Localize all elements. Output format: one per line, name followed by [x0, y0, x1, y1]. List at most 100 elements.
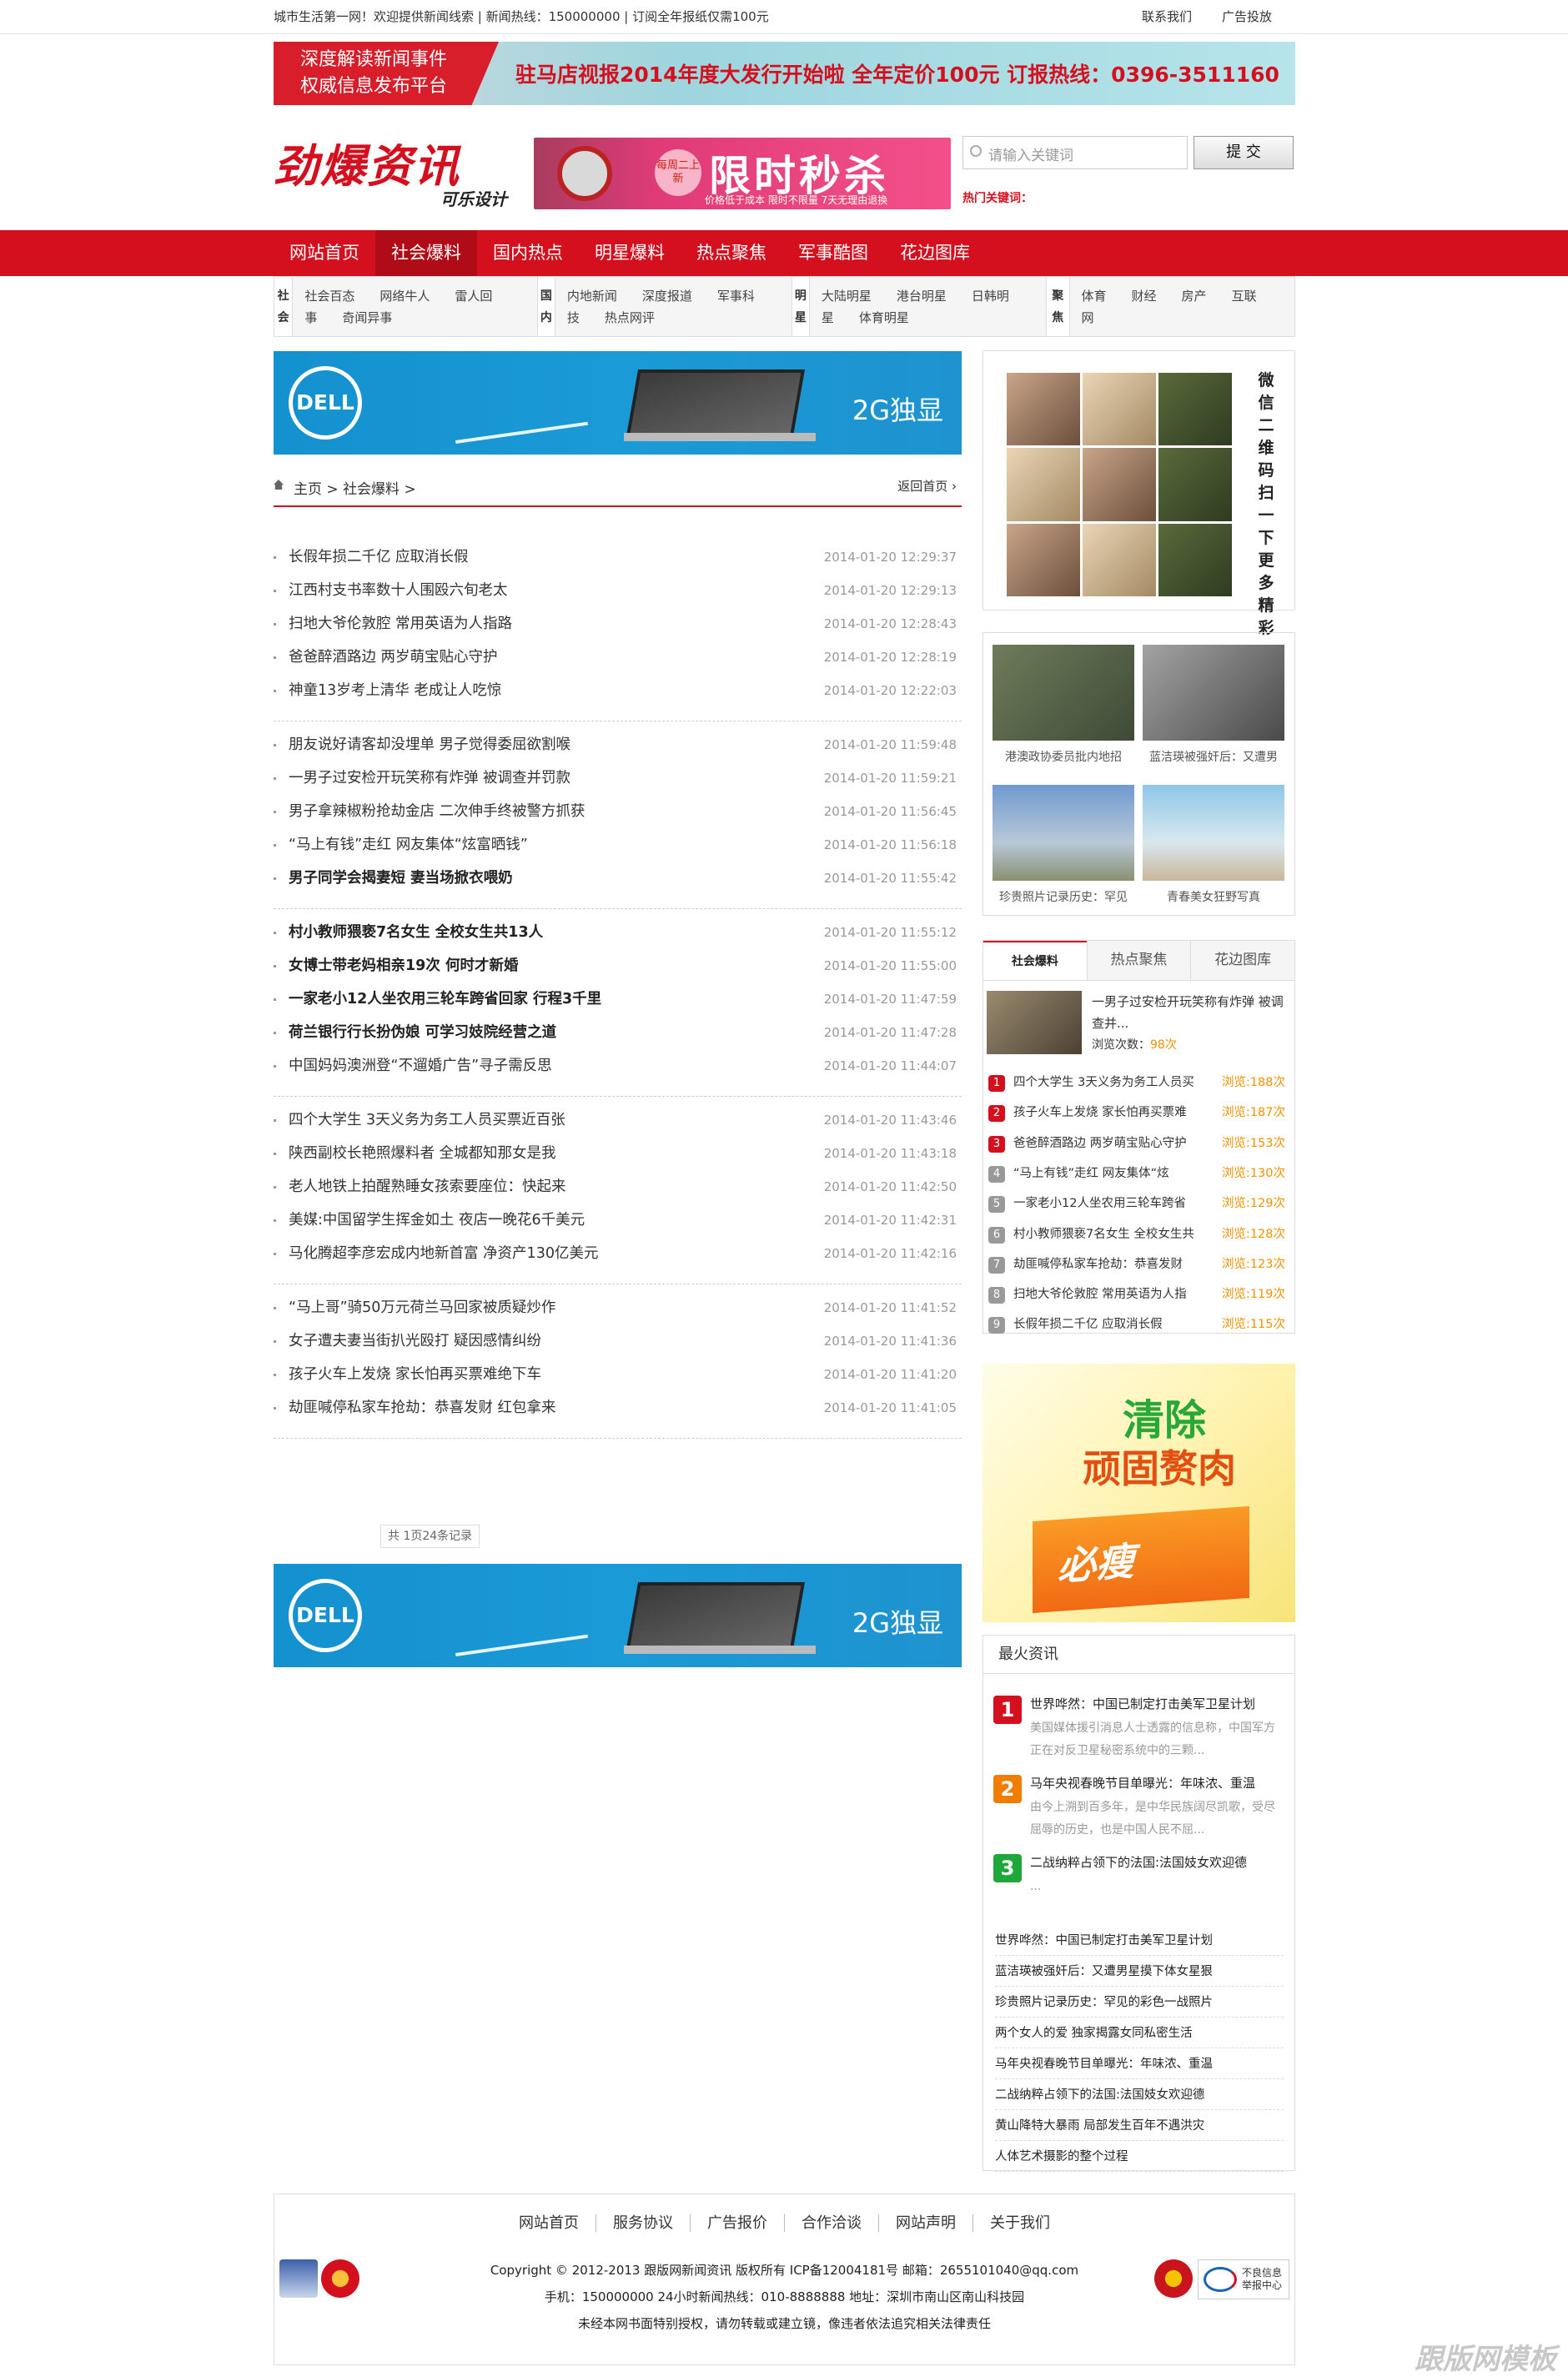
subnav-link[interactable]: 奇闻异事 [342, 310, 392, 325]
contact-link[interactable]: 联系我们 [1142, 9, 1192, 24]
subnav-link[interactable]: 互联网 [1082, 289, 1257, 325]
subnav-link[interactable]: 内地新闻 [567, 289, 617, 304]
rank-title: 爸爸醉酒路边 两岁萌宝贴心守护 [1013, 1136, 1187, 1150]
news-item[interactable]: 男子拿辣椒粉抢劫金店 二次伸手终被警方抓获 2014-01-20 11:56:45 [274, 795, 962, 828]
news-item[interactable]: 男子同学会揭妻短 妻当场掀衣喂奶 2014-01-20 11:55:42 [274, 862, 962, 895]
subnav-link[interactable]: 大陆明星 [822, 289, 872, 304]
hot-list-item[interactable]: 马年央视春晚节目单曝光：年味浓、重温 [995, 2049, 1284, 2079]
ranking-item[interactable]: 6 村小教师猥亵7名女生 全校女生共 浏览:128次 [988, 1219, 1289, 1249]
nav-stars[interactable]: 明星爆料 [579, 230, 681, 276]
hot-top-title: 世界哗然：中国已制定打击美军卫星计划 [1030, 1696, 1256, 1711]
report-center-badge[interactable]: 不良信息举报中心 [1198, 2259, 1289, 2299]
hot-list-item[interactable]: 两个女人的爱 独家揭露女同私密生活 [995, 2018, 1284, 2048]
nav-military[interactable]: 军事酷图 [782, 230, 884, 276]
news-item[interactable]: 孩子火车上发烧 家长怕再买票难绝下车 2014-01-20 11:41:20 [274, 1358, 962, 1391]
back-home-link[interactable]: 返回首页 › [897, 477, 957, 495]
subnav-link[interactable]: 财经 [1132, 289, 1157, 304]
hot-top-title: 马年央视春晚节目单曝光：年味浓、重温 [1030, 1776, 1256, 1791]
hot-list-item[interactable]: 黄山降特大暴雨 局部发生百年不遇洪灾 [995, 2111, 1284, 2141]
news-item[interactable]: “马上有钱”走红 网友集体“炫富晒钱” 2014-01-20 11:56:18 [274, 828, 962, 862]
ranking-item[interactable]: 4 “马上有钱”走红 网友集体“炫 浏览:130次 [988, 1158, 1289, 1188]
news-item[interactable]: 一男子过安检开玩笑称有炸弹 被调查并罚款 2014-01-20 11:59:21 [274, 761, 962, 795]
news-item[interactable]: 扫地大爷伦敦腔 常用英语为人指路 2014-01-20 12:28:43 [274, 607, 962, 641]
ranking-item[interactable]: 9 长假年损二千亿 应取消长假 浏览:115次 [988, 1309, 1289, 1339]
news-item[interactable]: 中国妈妈澳洲登“不遛婚广告”寻子需反思 2014-01-20 11:44:07 [274, 1049, 962, 1083]
police-badge-icon[interactable] [279, 2259, 318, 2298]
news-item[interactable]: 爸爸醉酒路边 两岁萌宝贴心守护 2014-01-20 12:28:19 [274, 641, 962, 674]
breadcrumb-section[interactable]: 社会爆料 > [343, 481, 416, 498]
footer-link[interactable]: 网站首页 [502, 2214, 596, 2232]
nav-gallery[interactable]: 花边图库 [884, 230, 986, 276]
subnav-link[interactable]: 港台明星 [897, 289, 947, 304]
news-item[interactable]: 美媒:中国留学生挥金如土 夜店一晚花6千美元 2014-01-20 11:42:3… [274, 1204, 962, 1237]
news-item[interactable]: 陕西副校长艳照爆料者 全城都知那女是我 2014-01-20 11:43:18 [274, 1137, 962, 1170]
subnav-link[interactable]: 网络牛人 [379, 289, 430, 304]
tab-social[interactable]: 社会爆料 [983, 941, 1087, 980]
flash-sale-ad[interactable]: 每周二上新 限时秒杀 价格低于成本 限时不限量 7天无理由退换 [534, 138, 951, 209]
dell-ad-top[interactable]: DELL 2G独显 [274, 351, 962, 455]
news-item[interactable]: 马化腾超李彦宏成内地新首富 净资产130亿美元 2014-01-20 11:42:… [274, 1237, 962, 1270]
subnav-link[interactable]: 体育 [1082, 289, 1107, 304]
subnav-link[interactable]: 体育明星 [859, 310, 909, 325]
emblem-icon[interactable] [321, 2259, 359, 2298]
hot-list-item[interactable]: 二战纳粹占领下的法国:法国妓女欢迎德 [995, 2080, 1284, 2110]
tab-gallery[interactable]: 花边图库 [1190, 941, 1294, 980]
breadcrumb-home[interactable]: 主页 [294, 481, 322, 498]
laptop-graphic [626, 369, 806, 436]
ranking-item[interactable]: 1 四个大学生 3天义务为务工人员买 浏览:188次 [988, 1068, 1289, 1098]
news-item[interactable]: 荷兰银行行长扮伪娘 可学习妓院经营之道 2014-01-20 11:47:28 [274, 1016, 962, 1049]
ranking-item[interactable]: 8 扫地大爷伦敦腔 常用英语为人指 浏览:119次 [988, 1279, 1289, 1309]
news-item[interactable]: “马上哥”骑50万元荷兰马回家被质疑炒作 2014-01-20 11:41:52 [274, 1291, 962, 1324]
featured-item[interactable]: 一男子过安检开玩笑称有炸弹 被调查并... 浏览次数：98次 [987, 991, 1287, 1059]
search-input[interactable]: 请输入关键词 [962, 136, 1188, 169]
subnav-link[interactable]: 社会百态 [304, 289, 354, 304]
subnav-label: 社会 [274, 277, 294, 336]
news-item[interactable]: 村小教师猥亵7名女生 全校女生共13人 2014-01-20 11:55:12 [274, 916, 962, 949]
hot-list-item[interactable]: 人体艺术摄影的整个过程 [995, 2142, 1284, 2172]
pic-item[interactable]: 蓝洁瑛被强奸后：又遭男 [1143, 645, 1284, 765]
subnav-link[interactable]: 深度报道 [642, 289, 692, 304]
submit-button[interactable]: 提 交 [1194, 136, 1294, 169]
subnav-link[interactable]: 热点网评 [605, 310, 655, 325]
tab-focus[interactable]: 热点聚焦 [1086, 941, 1191, 980]
hot-list-item[interactable]: 蓝洁瑛被强奸后：又遭男星摸下体女星狠 [995, 1957, 1284, 1987]
news-item[interactable]: 长假年损二千亿 应取消长假 2014-01-20 12:29:37 [274, 540, 962, 574]
footer-link[interactable]: 服务协议 [596, 2214, 691, 2232]
ranking-item[interactable]: 2 孩子火车上发烧 家长怕再买票难 浏览:187次 [988, 1098, 1289, 1128]
nav-domestic[interactable]: 国内热点 [477, 230, 579, 276]
header-banner-ad[interactable]: 深度解读新闻事件 权威信息发布平台 驻马店视报2014年度大发行开始啦 全年定价1… [274, 42, 1295, 105]
dell-ad-bottom[interactable]: DELL 2G独显 [274, 1564, 962, 1667]
ranking-item[interactable]: 3 爸爸醉酒路边 两岁萌宝贴心守护 浏览:153次 [988, 1128, 1289, 1158]
paper-plane-graphic [450, 1605, 589, 1656]
news-item[interactable]: 四个大学生 3天义务为务工人员买票近百张 2014-01-20 11:43:46 [274, 1103, 962, 1137]
hot-list-item[interactable]: 世界哗然：中国已制定打击美军卫星计划 [995, 1926, 1284, 1956]
dell-logo: DELL [289, 1579, 362, 1652]
footer-link[interactable]: 关于我们 [973, 2214, 1067, 2232]
subnav-link[interactable]: 房产 [1182, 289, 1207, 304]
news-item[interactable]: 女博士带老妈相亲19次 何时才新婚 2014-01-20 11:55:00 [274, 949, 962, 982]
ad-link[interactable]: 广告投放 [1222, 9, 1272, 24]
photo-grid[interactable] [1007, 373, 1232, 596]
pic-item[interactable]: 珍贵照片记录历史：罕见 [993, 785, 1134, 905]
news-item[interactable]: 朋友说好请客却没埋单 男子觉得委屈欲割喉 2014-01-20 11:59:48 [274, 728, 962, 761]
news-item[interactable]: 神童13岁考上清华 老成让人吃惊 2014-01-20 12:22:03 [274, 674, 962, 707]
news-item[interactable]: 劫匪喊停私家车抢劫：恭喜发财 红包拿来 2014-01-20 11:41:05 [274, 1391, 962, 1425]
news-item[interactable]: 江西村支书率数十人围殴六旬老太 2014-01-20 12:29:13 [274, 574, 962, 607]
news-item[interactable]: 老人地铁上拍醒熟睡女孩索要座位：快起来 2014-01-20 11:42:50 [274, 1170, 962, 1204]
footer-link[interactable]: 合作洽谈 [785, 2214, 879, 2232]
footer-link[interactable]: 广告报价 [691, 2214, 785, 2232]
hot-list-item[interactable]: 珍贵照片记录历史：罕见的彩色一战照片 [995, 1988, 1284, 2018]
news-item[interactable]: 一家老小12人坐农用三轮车跨省回家 行程3千里 2014-01-20 11:47:… [274, 982, 962, 1016]
nav-social[interactable]: 社会爆料 [375, 230, 477, 276]
pic-item[interactable]: 青春美女狂野写真 [1143, 785, 1284, 905]
pic-item[interactable]: 港澳政协委员批内地招 [993, 645, 1134, 765]
footer-link[interactable]: 网站声明 [879, 2214, 973, 2232]
slimming-ad[interactable]: 清除 顽固赘肉 必瘦 [983, 1364, 1295, 1622]
site-logo[interactable]: 劲爆资讯 [274, 129, 460, 195]
nav-home[interactable]: 网站首页 [274, 230, 375, 276]
ranking-item[interactable]: 5 一家老小12人坐农用三轮车跨省 浏览:129次 [988, 1188, 1289, 1219]
nav-focus[interactable]: 热点聚焦 [681, 230, 782, 276]
net-police-icon[interactable] [1154, 2259, 1193, 2298]
ranking-item[interactable]: 7 劫匪喊停私家车抢劫：恭喜发财 浏览:123次 [988, 1249, 1289, 1279]
news-item[interactable]: 女子遭夫妻当街扒光殴打 疑因感情纠纷 2014-01-20 11:41:36 [274, 1324, 962, 1358]
